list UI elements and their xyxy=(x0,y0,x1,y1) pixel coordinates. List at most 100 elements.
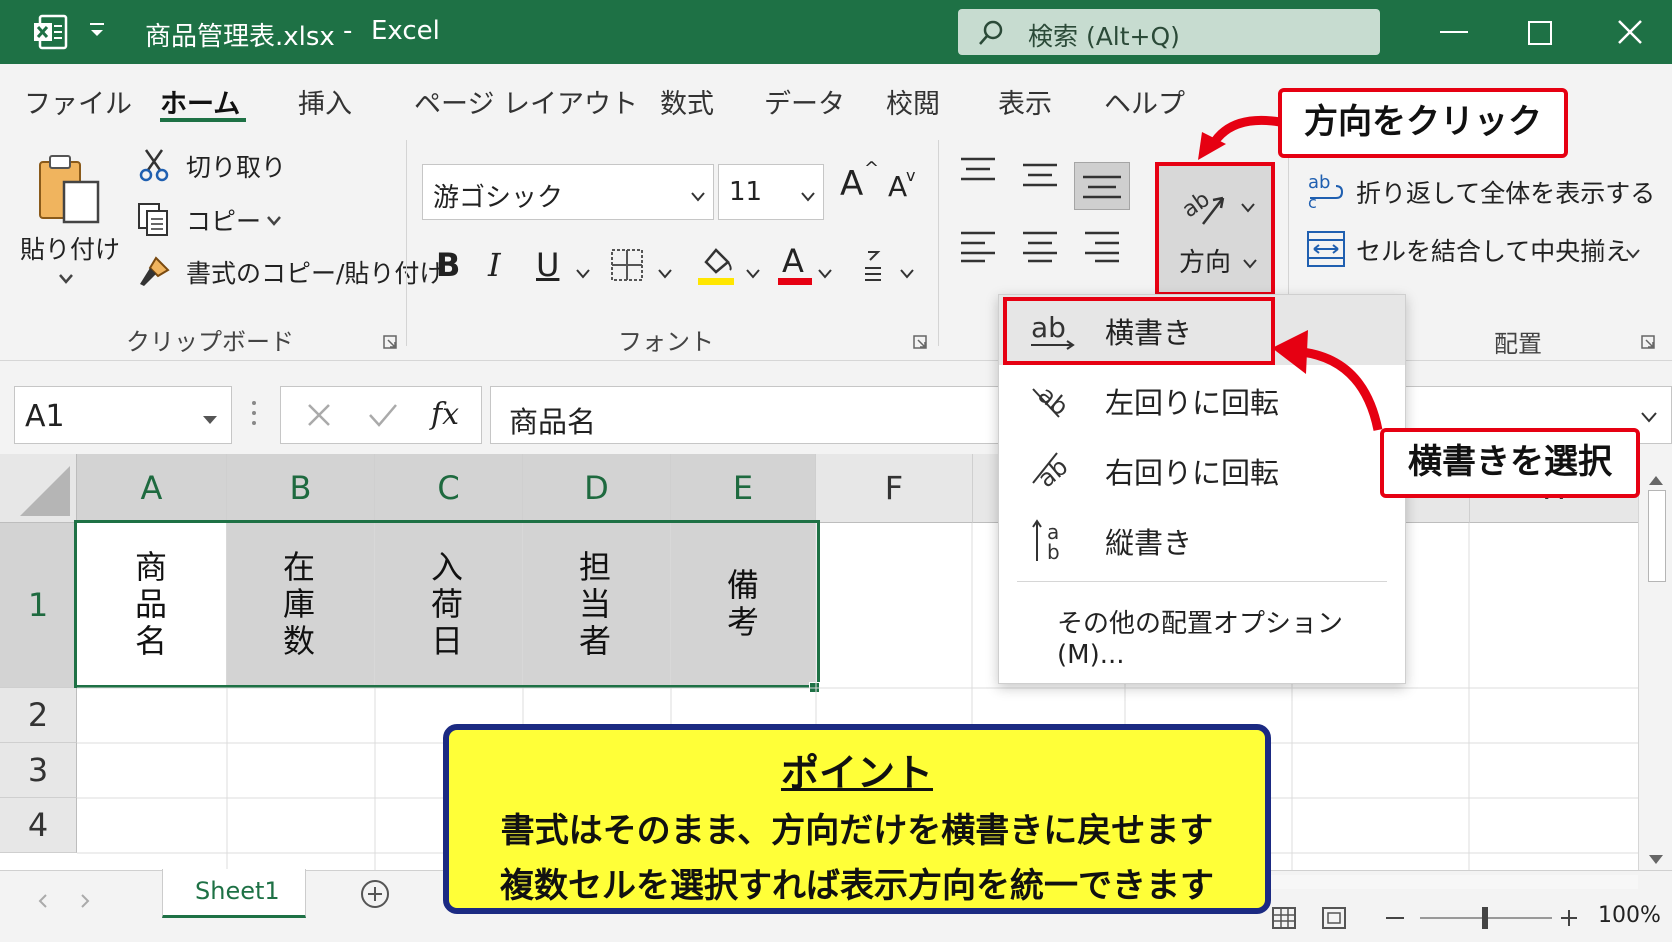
font-color-dropdown-icon[interactable] xyxy=(818,264,832,279)
zoom-level[interactable]: 100% xyxy=(1598,903,1661,928)
merge-center-icon[interactable] xyxy=(1306,230,1346,268)
chevron-down-icon xyxy=(1243,254,1257,269)
row-header-1[interactable]: 1 xyxy=(0,523,79,688)
chevron-down-icon xyxy=(801,187,815,202)
scroll-down-icon[interactable] xyxy=(1649,850,1663,864)
svg-text:b: b xyxy=(1047,540,1060,563)
format-painter-icon[interactable] xyxy=(136,254,172,288)
column-header-c[interactable]: C xyxy=(375,454,523,525)
fill-color-dropdown-icon[interactable] xyxy=(746,264,760,279)
add-sheet-icon[interactable] xyxy=(360,879,390,909)
align-middle-icon[interactable] xyxy=(1020,162,1060,192)
sheet-nav-prev-icon[interactable] xyxy=(38,893,48,908)
zoom-in-icon[interactable] xyxy=(1560,909,1578,927)
row-header-3[interactable]: 3 xyxy=(0,743,77,798)
underline-dropdown-icon[interactable] xyxy=(576,264,590,279)
clipboard-group-label: クリップボード xyxy=(126,328,294,356)
tab-file[interactable]: ファイル xyxy=(24,82,132,121)
fill-color-icon[interactable] xyxy=(696,242,736,286)
underline-button[interactable]: U xyxy=(536,246,559,284)
quick-access-dropdown-icon[interactable] xyxy=(86,18,108,44)
menu-item-vertical[interactable]: ab 縦書き xyxy=(999,505,1405,575)
paste-dropdown-icon[interactable] xyxy=(58,270,74,284)
copy-icon[interactable] xyxy=(136,202,170,236)
sheet-tab-sheet1[interactable]: Sheet1 xyxy=(162,869,306,918)
column-header-f[interactable]: F xyxy=(816,454,973,523)
zoom-slider-thumb[interactable] xyxy=(1482,907,1488,929)
row-header-2[interactable]: 2 xyxy=(0,688,77,743)
minimize-icon[interactable] xyxy=(1440,31,1468,33)
tab-formulas[interactable]: 数式 xyxy=(660,82,714,121)
cut-label[interactable]: 切り取り xyxy=(186,148,286,184)
select-all-corner[interactable] xyxy=(0,454,77,523)
scroll-thumb[interactable] xyxy=(1648,490,1666,582)
shrink-font-button[interactable]: A xyxy=(888,170,907,203)
align-top-icon[interactable] xyxy=(958,156,998,186)
cut-icon[interactable] xyxy=(138,148,170,182)
italic-button[interactable]: I xyxy=(488,246,501,284)
formula-bar-grip-icon[interactable] xyxy=(252,399,256,427)
align-right-icon[interactable] xyxy=(1082,230,1122,264)
enter-check-icon[interactable] xyxy=(367,401,399,429)
row-header-4[interactable]: 4 xyxy=(0,798,77,853)
align-left-icon[interactable] xyxy=(958,230,998,264)
copy-dropdown-icon[interactable] xyxy=(266,212,282,226)
phonetic-guide-icon[interactable] xyxy=(862,246,884,286)
tab-page-layout[interactable]: ページ レイアウト xyxy=(414,82,638,121)
column-header-d[interactable]: D xyxy=(523,454,671,525)
excel-logo-icon[interactable] xyxy=(32,14,68,50)
tab-view[interactable]: 表示 xyxy=(998,82,1052,121)
name-box[interactable]: A1 xyxy=(14,386,232,444)
callout-click-orientation: 方向をクリック xyxy=(1278,88,1568,158)
wrap-text-icon[interactable]: ab c xyxy=(1306,170,1346,212)
page-layout-view-icon[interactable] xyxy=(1322,907,1346,929)
merge-dropdown-icon[interactable] xyxy=(1626,244,1640,259)
group-divider xyxy=(406,140,407,346)
font-color-swatch xyxy=(778,278,812,285)
font-color-button[interactable]: A xyxy=(778,242,814,286)
menu-item-rotate-cw[interactable]: ab 右回りに回転 xyxy=(999,435,1405,505)
tab-review[interactable]: 校閲 xyxy=(886,82,940,121)
phonetic-dropdown-icon[interactable] xyxy=(900,264,914,279)
zoom-out-icon[interactable] xyxy=(1386,917,1404,919)
paste-label[interactable]: 貼り付け xyxy=(20,230,120,266)
alignment-launcher-icon[interactable] xyxy=(1640,334,1656,350)
column-header-b[interactable]: B xyxy=(227,454,375,525)
wrap-text-label[interactable]: 折り返して全体を表示する xyxy=(1356,174,1655,210)
bold-button[interactable]: B xyxy=(436,246,460,284)
tab-insert[interactable]: 挿入 xyxy=(298,82,352,121)
menu-item-more-alignment[interactable]: その他の配置オプション(M)... xyxy=(999,587,1405,670)
maximize-icon[interactable] xyxy=(1528,21,1552,45)
clipboard-launcher-icon[interactable] xyxy=(382,334,398,350)
font-size-select[interactable]: 11 xyxy=(718,164,824,220)
font-name-select[interactable]: 游ゴシック xyxy=(422,164,714,220)
horizontal-scrollbar[interactable] xyxy=(1250,875,1638,889)
font-launcher-icon[interactable] xyxy=(912,334,928,350)
close-icon[interactable] xyxy=(1616,18,1644,46)
paste-icon[interactable] xyxy=(36,152,102,226)
font-size-value: 11 xyxy=(729,177,763,207)
tab-home[interactable]: ホーム xyxy=(160,82,240,121)
column-header-e[interactable]: E xyxy=(671,454,816,525)
tab-data[interactable]: データ xyxy=(764,82,845,121)
sheet-nav-next-icon[interactable] xyxy=(80,893,90,908)
expand-formula-icon[interactable] xyxy=(1641,409,1657,423)
merge-center-label[interactable]: セルを結合して中央揃え xyxy=(1356,232,1630,268)
orientation-button[interactable]: ab 方向 xyxy=(1155,162,1275,296)
grow-font-button[interactable]: A xyxy=(840,164,863,204)
search-box[interactable]: 検索 (Alt+Q) xyxy=(958,9,1380,55)
vertical-scrollbar[interactable] xyxy=(1638,454,1672,870)
cancel-icon[interactable] xyxy=(305,401,333,429)
copy-label[interactable]: コピー xyxy=(186,202,261,238)
borders-dropdown-icon[interactable] xyxy=(658,264,672,279)
scroll-up-icon[interactable] xyxy=(1649,470,1663,485)
column-header-a[interactable]: A xyxy=(77,454,227,525)
tab-help[interactable]: ヘルプ xyxy=(1104,82,1185,121)
normal-view-icon[interactable] xyxy=(1272,907,1296,929)
borders-icon[interactable] xyxy=(610,248,644,282)
insert-function-button[interactable]: fx xyxy=(431,397,459,432)
align-center-icon[interactable] xyxy=(1020,230,1060,264)
point-line-1: 書式はそのまま、方向だけを横書きに戻せます xyxy=(500,811,1214,851)
align-bottom-icon[interactable] xyxy=(1074,162,1130,210)
svg-text:ab: ab xyxy=(1308,172,1330,193)
